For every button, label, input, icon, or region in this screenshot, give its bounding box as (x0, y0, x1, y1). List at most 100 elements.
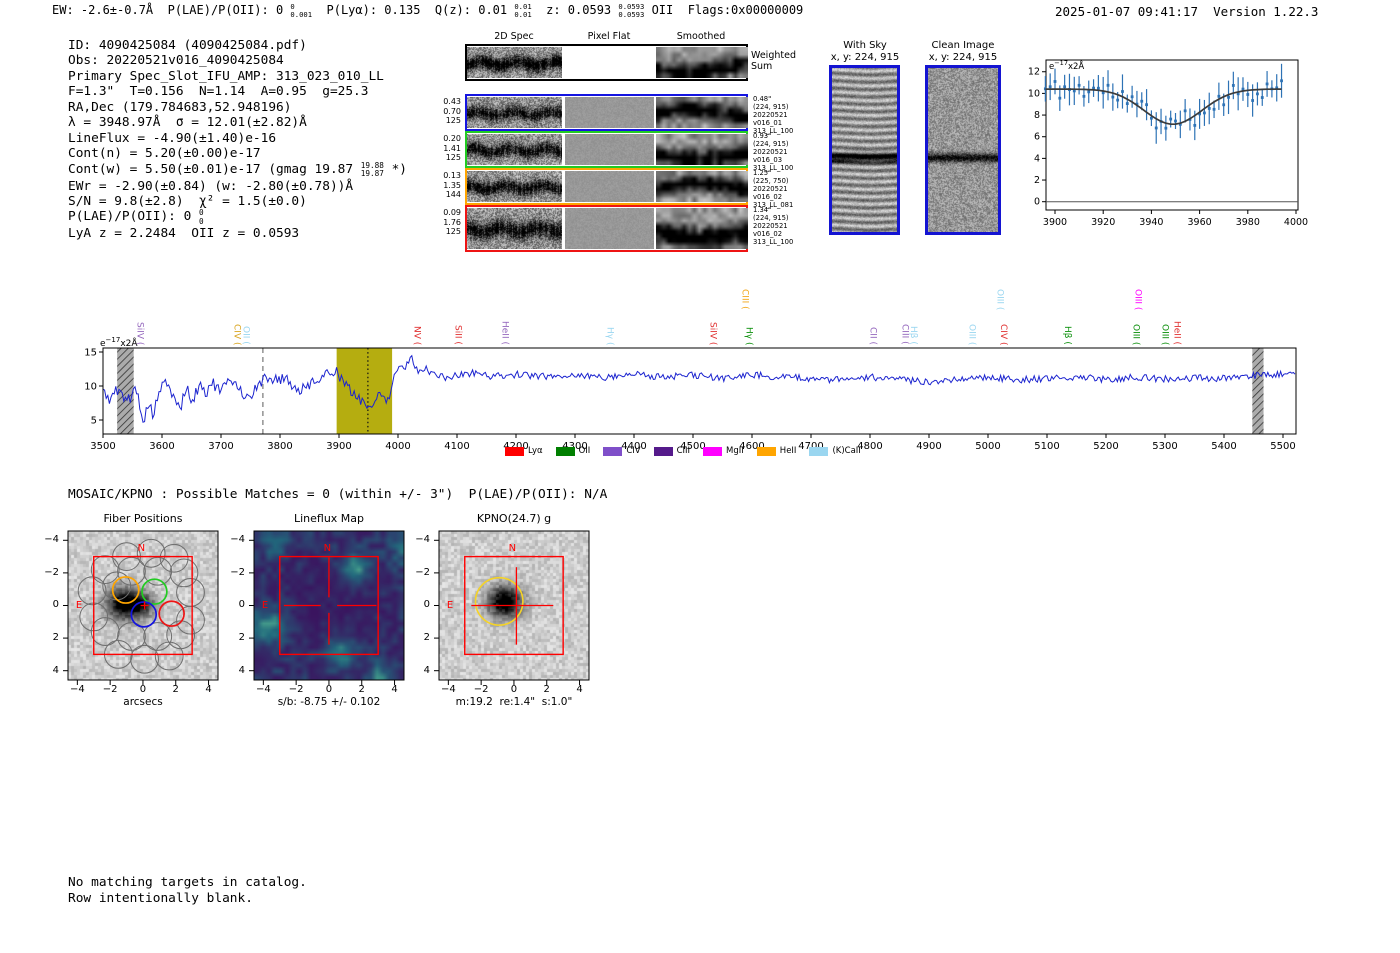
svg-text:3900: 3900 (1043, 217, 1067, 228)
emission-line-label-oiii-13: OIII ( (966, 323, 977, 345)
cutout-2-xtick-1: −2 (473, 684, 489, 695)
emission-line-label-oiii-17: OIII ( (1130, 323, 1141, 345)
legend-item-mgii: MgII (703, 446, 744, 456)
cutout-0-xtick-1: −2 (102, 684, 118, 695)
cutout-2-xtick-0: −4 (440, 684, 456, 695)
svg-text:4100: 4100 (444, 441, 469, 452)
info-line-10: S/N = 9.8(±2.8) χ² = 1.5(±0.0) (68, 193, 307, 209)
svg-text:5: 5 (91, 416, 97, 427)
emission-line-label-nv-3: NV ( (411, 325, 422, 345)
line-fit-inset-svg: 3900 3920 3940 3960 3980 4000 0 2 4 6 8 10 12 (1028, 59, 1308, 228)
cutout-1-xtick-4: 4 (391, 684, 398, 695)
col-header-smoothed: Smoothed (676, 31, 726, 42)
svg-text:4: 4 (1034, 153, 1040, 164)
legend-item-civ: CIV (603, 446, 641, 456)
cutout-1-ytick-1: 2 (238, 632, 245, 644)
emission-line-label-civ-15: CIV ( (997, 323, 1008, 345)
info-line-11: P(LAE)/P(OII): 0 00 (68, 208, 204, 226)
cutout-1-xtick-1: −2 (288, 684, 304, 695)
info-line-8: Cont(w) = 5.50(±0.01)e-17 (gmag 19.87 19… (68, 160, 408, 179)
svg-text:E: E (262, 600, 268, 611)
info-line-6: LineFlux = -4.90(±1.40)e-16 (68, 130, 277, 146)
spec2d-row4-smoothed-image (656, 208, 748, 249)
svg-text:E: E (76, 600, 82, 611)
svg-text:10: 10 (1028, 88, 1040, 99)
cutout-1-xtick-3: 2 (358, 684, 365, 695)
cutout-0-ytick-0: 4 (52, 664, 59, 676)
svg-text:2: 2 (1034, 175, 1040, 186)
svg-text:5500: 5500 (1270, 441, 1295, 452)
inset-ylabel: e−17x2Å (1049, 59, 1085, 72)
info-line-3: F=1.3" T=0.156 N=1.14 A=0.95 g=25.3 (68, 84, 369, 100)
elixer-report-page: EW: -2.6±-0.7Å P(LAE)/P(OII): 0 0 0.001 P… (0, 0, 1400, 953)
svg-text:15: 15 (84, 348, 97, 359)
info-line-12: LyA z = 2.2484 OII z = 0.0593 (68, 226, 300, 242)
legend-item-kcaii: (K)CaII (809, 446, 861, 456)
cutout-xlabel-2: m:19.2 re:1.4" s:1.0" (455, 696, 573, 708)
header-timestamp: 2025-01-07 09:41:17 Version 1.22.3 (1055, 4, 1318, 19)
legend-item-heii: HeII (756, 446, 796, 456)
spec2d-row3-pixelflat-image (565, 171, 654, 202)
cutout-0-xtick-3: 2 (172, 684, 179, 695)
svg-text:3960: 3960 (1188, 217, 1212, 228)
legend-swatch (703, 446, 723, 456)
header-summary-line: EW: -2.6±-0.7Å P(LAE)/P(OII): 0 0 0.001 P… (52, 2, 804, 20)
svg-text:4800: 4800 (857, 441, 882, 452)
svg-text:4900: 4900 (916, 441, 941, 452)
cutout-2-xtick-4: 4 (576, 684, 583, 695)
detection-info-block: ID: 4090425084 (4090425084.pdf) Obs: 2022… (68, 38, 407, 242)
cutout-0-ytick-3: −2 (44, 566, 59, 578)
legend-swatch (653, 446, 673, 456)
svg-text:N: N (509, 543, 516, 554)
emission-line-label-hγ-6: Hγ ( (604, 326, 615, 345)
svg-text:E: E (447, 600, 453, 611)
spec2d-row2-2dspec-image (467, 134, 562, 165)
full-spectrum-svg: 3500360037003800390040004100420043004400… (84, 347, 1297, 452)
spec2d-row1-left-labels: 0.43 0.70 125 (443, 97, 461, 126)
cutout-0-ytick-1: 2 (52, 632, 59, 644)
svg-text:3500: 3500 (90, 441, 115, 452)
spec2d-row2-right-labels: 0.93" (224, 915) 20220521 v016_03 313_LL… (753, 132, 794, 172)
spectrum-legend: Lyα OII CIV CIII MgII HeII (K)CaII (505, 446, 861, 456)
svg-text:5200: 5200 (1093, 441, 1118, 452)
emission-line-label-hβ-16: Hβ ( (1062, 326, 1073, 345)
info-line-0: ID: 4090425084 (4090425084.pdf) (68, 38, 307, 53)
svg-text:8: 8 (1034, 110, 1040, 121)
svg-text:3920: 3920 (1091, 217, 1115, 228)
cutout-title-2: KPNO(24.7) g (476, 512, 552, 525)
emission-line-label-oiii-18: OIII ( (1132, 288, 1143, 310)
info-line-1: Obs: 20220521v016_4090425084 (68, 53, 284, 69)
info-line-9: EWr = -2.90(±0.84) (w: -2.80(±0.78))Å (68, 178, 354, 194)
footer-notes: No matching targets in catalog. Row inte… (68, 875, 307, 906)
spec2d-row3-right-labels: 1.25" (225, 750) 20220521 v016_02 313_LL… (753, 169, 794, 209)
svg-text:N: N (138, 543, 145, 554)
cutout-1-ytick-0: 4 (238, 664, 245, 676)
report-datetime: 2025-01-07 09:41:17 (1055, 4, 1198, 19)
weighted-sum-label: Weighted Sum (751, 50, 796, 72)
cutout-2-ytick-2: 0 (423, 599, 430, 611)
cutout-1-xtick-2: 0 (325, 684, 333, 695)
emission-line-label-hβ-12: Hβ ( (908, 326, 919, 345)
emission-line-label-heii-20: HeII ( (1171, 321, 1182, 345)
cutout-title-1: Lineflux Map (293, 512, 365, 525)
legend-swatch (555, 446, 575, 456)
spec2d-row0-pixelflat-image (565, 47, 654, 78)
report-version: Version 1.22.3 (1213, 4, 1319, 19)
legend-item-ly: Lyα (505, 446, 543, 456)
svg-text:5400: 5400 (1211, 441, 1236, 452)
emission-line-label-oiii-14: OIII ( (994, 288, 1005, 310)
spec2d-row4-left-labels: 0.09 1.76 125 (443, 208, 461, 237)
spec2d-row4-2dspec-image (467, 208, 562, 249)
spec2d-row3-smoothed-image (656, 171, 748, 202)
clean-image-canvas (928, 68, 998, 232)
mosaic-header: MOSAIC/KPNO : Possible Matches = 0 (with… (68, 487, 608, 502)
legend-item-ciii: CIII (653, 446, 690, 456)
cutout-2-ytick-1: 2 (423, 632, 430, 644)
svg-text:6: 6 (1034, 132, 1040, 143)
legend-swatch (505, 446, 524, 456)
clean-image-title: Clean Image x, y: 224, 915 (928, 40, 998, 63)
with-sky-title: With Sky x, y: 224, 915 (830, 40, 900, 63)
spec2d-row2-pixelflat-image (565, 134, 654, 165)
cutout-2-ytick-0: 4 (423, 664, 430, 676)
emission-line-label-siii-4: SiII ( (452, 325, 463, 345)
